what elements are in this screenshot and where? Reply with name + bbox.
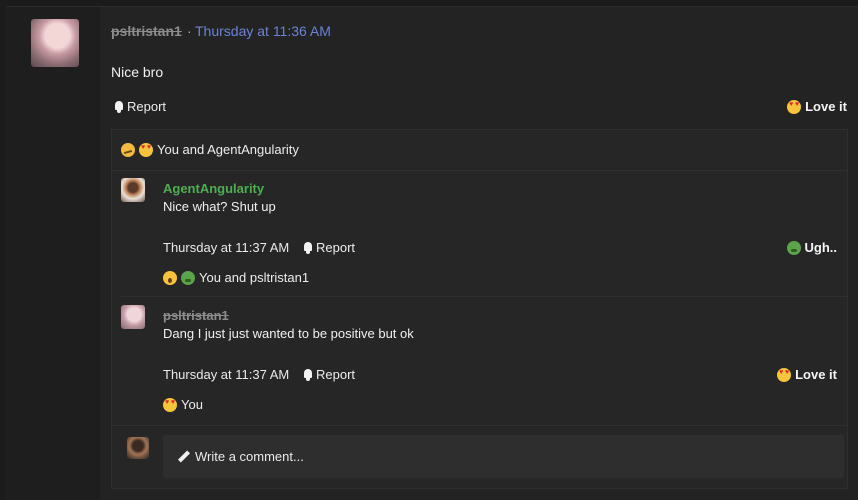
sick-emoji-icon (181, 270, 195, 285)
post-timestamp-link[interactable]: Thursday at 11:36 AM (195, 23, 331, 39)
current-user-avatar (127, 437, 149, 459)
comments-divider (112, 170, 847, 171)
comment-report-button[interactable]: Report (302, 240, 355, 255)
post-author-username[interactable]: psltristan1 (111, 23, 182, 39)
wow-emoji-icon (163, 270, 177, 285)
comment-reactions-text: You (181, 397, 203, 412)
pencil-icon (177, 451, 189, 463)
page: psltristan1 · Thursday at 11:36 AM Nice … (0, 0, 858, 500)
meta-separator: · (187, 23, 192, 39)
comment-reaction-label: Ugh.. (804, 240, 838, 255)
comment-reaction-button[interactable]: Ugh.. (786, 240, 838, 255)
composer-divider (112, 425, 847, 426)
bell-icon (302, 241, 314, 254)
post-avatar-column (6, 7, 100, 500)
comment-report-label: Report (316, 240, 356, 255)
write-comment-input[interactable]: Write a comment... (163, 435, 844, 478)
post-report-label: Report (127, 99, 167, 114)
post-reactions-summary[interactable]: You and AgentAngularity (121, 142, 299, 157)
thinking-emoji-icon (121, 142, 135, 157)
write-comment-placeholder: Write a comment... (195, 449, 304, 464)
profile-post: psltristan1 · Thursday at 11:36 AM Nice … (6, 6, 858, 500)
comment-reaction-label: Love it (795, 367, 837, 382)
post-report-button[interactable]: Report (113, 99, 166, 114)
bell-icon (113, 100, 125, 113)
love-emoji-icon (163, 397, 177, 412)
comment-reactions-text: You and psltristan1 (199, 270, 310, 285)
post-reaction-label: Love it (805, 99, 847, 114)
author-avatar[interactable] (31, 19, 79, 67)
love-emoji-icon (777, 367, 792, 382)
bell-icon (302, 368, 314, 381)
comments-container: You and AgentAngularity AgentAngularity … (111, 129, 848, 489)
love-emoji-icon (787, 99, 802, 114)
comment-divider (121, 296, 847, 297)
comment-avatar[interactable] (121, 305, 145, 329)
comment-avatar[interactable] (121, 178, 145, 202)
comment-body-text: Nice what? Shut up (163, 199, 276, 214)
comment-body-text: Dang I just just wanted to be positive b… (163, 326, 414, 341)
post-reaction-button[interactable]: Love it (787, 99, 847, 114)
comment-reaction-button[interactable]: Love it (777, 367, 837, 382)
comment-reactions-summary[interactable]: You and psltristan1 (163, 270, 309, 285)
comment-timestamp[interactable]: Thursday at 11:37 AM (163, 367, 289, 382)
comment-report-label: Report (316, 367, 356, 382)
comment-reactions-summary[interactable]: You (163, 397, 203, 412)
comment-timestamp[interactable]: Thursday at 11:37 AM (163, 240, 289, 255)
post-reactions-text: You and AgentAngularity (157, 142, 299, 157)
comment-report-button[interactable]: Report (302, 367, 355, 382)
comment-username[interactable]: psltristan1 (163, 308, 229, 323)
sick-emoji-icon (786, 240, 801, 255)
comment-username[interactable]: AgentAngularity (163, 181, 264, 196)
post-body-text: Nice bro (111, 64, 164, 80)
love-emoji-icon (139, 142, 153, 157)
